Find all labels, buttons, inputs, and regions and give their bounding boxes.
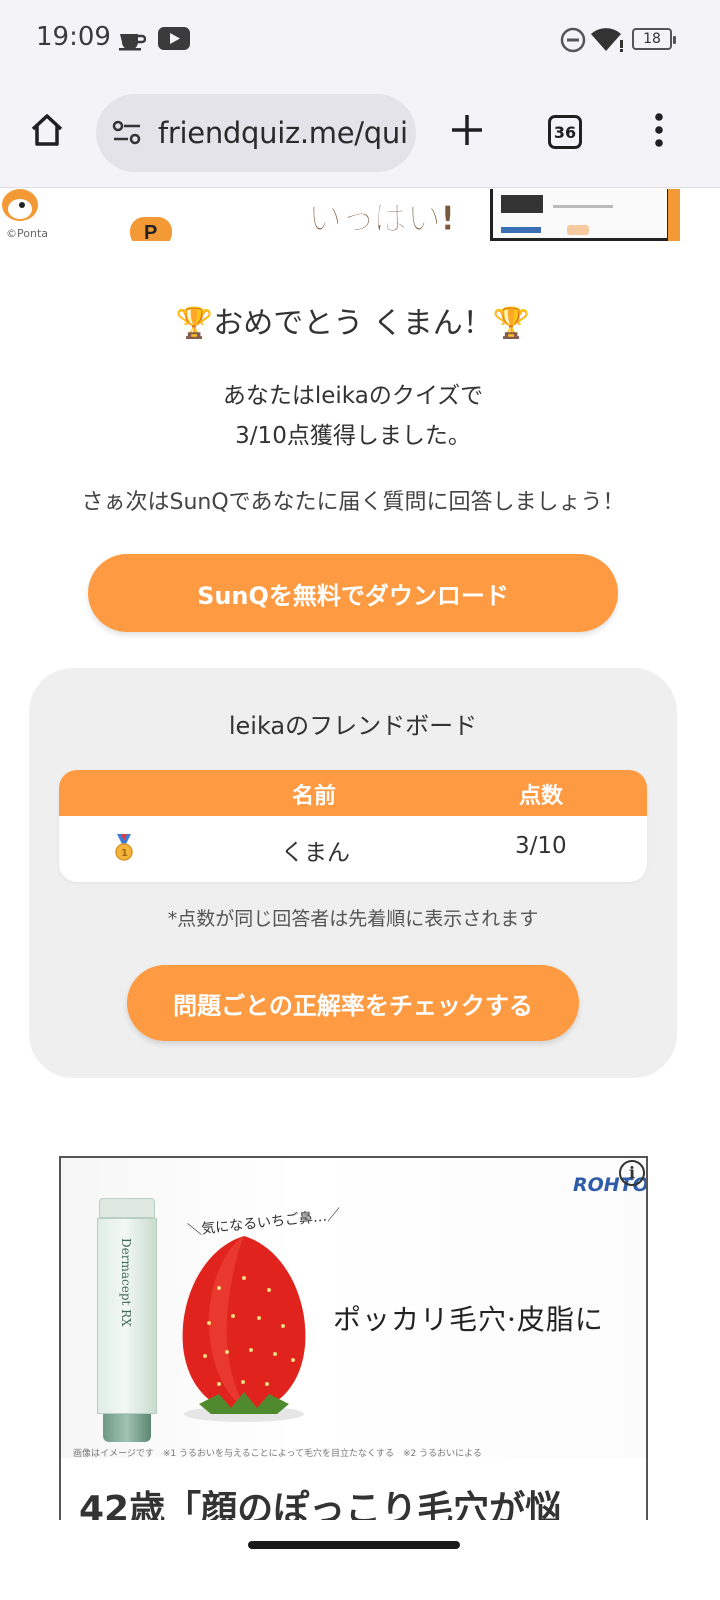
strawberry-image xyxy=(169,1228,319,1432)
coffee-icon xyxy=(118,28,147,56)
next-message: さぁ次はSunQであなたに届く質問に回答しましょう！ xyxy=(81,490,625,515)
product-tube-image: Dermacept RX xyxy=(97,1198,157,1442)
congrats-heading: 🏆おめでとう くまん！🏆 xyxy=(175,306,531,341)
friend-board-title: leikaのフレンドボード xyxy=(228,712,478,740)
battery-icon: 18 xyxy=(632,28,676,50)
new-tab-icon xyxy=(449,112,485,152)
header-score: 点数 xyxy=(519,784,564,809)
download-sunq-button[interactable]: SunQを無料でダウンロード xyxy=(88,554,618,632)
result-text: あなたはleikaのクイズで 3/10点獲得しました。 xyxy=(0,376,706,456)
menu-icon xyxy=(654,113,664,151)
dnd-icon xyxy=(560,27,586,57)
trophy-icon: 🏆 xyxy=(175,306,214,341)
gold-medal-icon: 1 xyxy=(113,834,135,862)
bottom-ad[interactable]: ROHTO i Dermacept RX ＼気になるいちご鼻…／ ポッカリ毛穴·… xyxy=(59,1156,648,1520)
ponta-copyright: ©Ponta xyxy=(6,227,48,240)
product-label: Dermacept RX xyxy=(119,1238,133,1327)
banner-edge xyxy=(668,189,680,241)
home-icon xyxy=(27,110,67,154)
home-indicator[interactable] xyxy=(248,1541,460,1549)
tab-switcher-icon: 36 xyxy=(548,115,582,149)
wifi-icon xyxy=(590,26,626,56)
top-ad-banner[interactable]: ©Ponta P いっぱい! xyxy=(0,189,680,241)
status-bar: 19:09 18 xyxy=(0,0,720,80)
row-score: 3/10 xyxy=(515,833,567,859)
home-button[interactable] xyxy=(19,104,75,160)
site-settings-icon[interactable] xyxy=(110,118,144,152)
header-name: 名前 xyxy=(292,784,337,809)
phone-image xyxy=(490,189,670,241)
ad-copy: ポッカリ毛穴·皮脂に xyxy=(333,1303,604,1336)
check-accuracy-button[interactable]: 問題ごとの正解率をチェックする xyxy=(127,965,579,1041)
svg-text:P: P xyxy=(144,222,157,241)
browser-toolbar: friendquiz.me/qui 36 xyxy=(0,80,720,188)
status-time: 19:09 xyxy=(36,22,111,52)
ad-info-icon[interactable]: i xyxy=(619,1160,645,1186)
ad-fine-print: 画像はイメージです ※1 うるおいを与えることによって毛穴を目立たなくする ※2… xyxy=(73,1449,482,1459)
svg-text:1: 1 xyxy=(121,848,128,859)
ad-headline[interactable]: 42歳「顔のぽっこり毛穴が悩 xyxy=(79,1480,561,1520)
menu-button[interactable] xyxy=(631,104,687,160)
trophy-icon: 🏆 xyxy=(492,306,531,341)
table-header: 名前 点数 xyxy=(59,770,647,816)
tie-note: *点数が同じ回答者は先着順に表示されます xyxy=(167,908,539,930)
url-text[interactable]: friendquiz.me/qui xyxy=(158,116,408,150)
result-line-1: あなたはleikaのクイズで xyxy=(222,383,484,409)
row-name: くまん xyxy=(281,840,350,866)
youtube-icon xyxy=(158,26,190,56)
friend-board: leikaのフレンドボード 名前 点数 1 くまん 3/10 *点数が同じ回答者… xyxy=(29,668,677,1078)
leaderboard-table: 名前 点数 1 くまん 3/10 xyxy=(59,770,647,882)
new-tab-button[interactable] xyxy=(439,104,495,160)
tab-switcher-button[interactable]: 36 xyxy=(537,104,593,160)
ponta-logo-icon: P xyxy=(128,213,174,241)
address-bar[interactable]: friendquiz.me/qui xyxy=(96,94,416,172)
result-line-2: 3/10点獲得しました。 xyxy=(235,423,471,449)
table-row: 1 くまん 3/10 xyxy=(59,816,647,882)
top-ad-text: いっぱい! xyxy=(308,199,457,240)
